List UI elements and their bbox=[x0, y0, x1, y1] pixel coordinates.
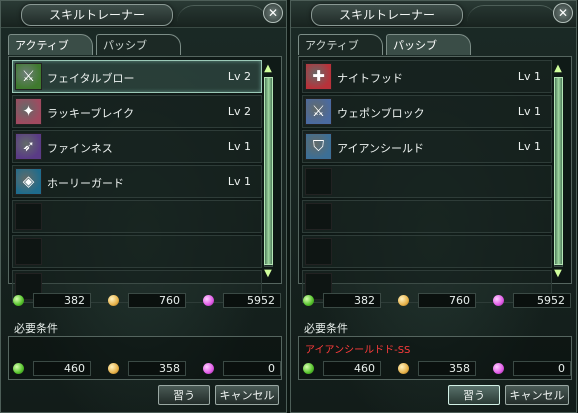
skill-level: Lv 1 bbox=[517, 70, 541, 83]
title-bar: スキルトレーナー ✕ bbox=[291, 1, 576, 28]
required-resources-value: 0 bbox=[223, 361, 281, 376]
cancel-button[interactable]: キャンセル bbox=[215, 385, 279, 405]
skill-name: ナイトフッド bbox=[337, 72, 403, 85]
skill-trainer-window-1: スキルトレーナー ✕ アクティブ パッシブ ⚔ フェイタルブロー Lv 2 ✦ ラッキーブレイク… bbox=[0, 0, 287, 413]
empty-icon-slot bbox=[305, 203, 332, 230]
owned-resources-value: 382 bbox=[323, 293, 381, 308]
owned-resources-value: 5952 bbox=[513, 293, 571, 308]
skill-name: フェイタルブロー bbox=[47, 72, 135, 85]
empty-icon-slot bbox=[15, 238, 42, 265]
tab-passive-skills[interactable]: パッシブ bbox=[96, 34, 181, 55]
scroll-up-icon[interactable]: ▲ bbox=[261, 63, 275, 74]
green-orb-icon bbox=[13, 295, 24, 306]
gold-orb-icon bbox=[108, 363, 119, 374]
title-ornament bbox=[177, 5, 267, 22]
required-resources-value: 460 bbox=[323, 361, 381, 376]
pink-orb-icon bbox=[493, 295, 504, 306]
iron-shield-icon: ⛉ bbox=[305, 133, 332, 160]
finesse-icon: ➶ bbox=[15, 133, 42, 160]
scrollbar[interactable]: ▲ ▼ bbox=[551, 63, 565, 279]
skill-row[interactable]: ⚔ フェイタルブロー Lv 2 bbox=[12, 60, 262, 93]
empty-skill-slot bbox=[302, 235, 552, 268]
skill-row[interactable]: ✚ ナイトフッド Lv 1 bbox=[302, 60, 552, 93]
empty-icon-slot bbox=[305, 238, 332, 265]
skill-list: ✚ ナイトフッド Lv 1 ⚔ ウェポンブロック Lv 1 ⛉ アイアンシールド Lv 1 ▲ ▼ bbox=[298, 56, 572, 303]
owned-resources-value: 5952 bbox=[223, 293, 281, 308]
skill-level: Lv 1 bbox=[227, 175, 251, 188]
close-icon[interactable]: ✕ bbox=[263, 3, 283, 23]
skill-level: Lv 2 bbox=[227, 70, 251, 83]
fatal-blow-icon: ⚔ bbox=[15, 63, 42, 90]
pink-orb-icon bbox=[203, 363, 214, 374]
skill-level: Lv 2 bbox=[227, 105, 251, 118]
green-orb-icon bbox=[303, 363, 314, 374]
gold-orb-icon bbox=[398, 363, 409, 374]
green-orb-icon bbox=[303, 295, 314, 306]
requirements-label: 必要条件 bbox=[14, 322, 58, 335]
skill-level: Lv 1 bbox=[517, 105, 541, 118]
owned-resources: 382 760 5952 bbox=[11, 293, 281, 309]
weapon-block-icon: ⚔ bbox=[305, 98, 332, 125]
scroll-thumb[interactable] bbox=[264, 77, 273, 265]
skill-row[interactable]: ⛉ アイアンシールド Lv 1 bbox=[302, 130, 552, 163]
pink-orb-icon bbox=[203, 295, 214, 306]
gold-orb-icon bbox=[398, 295, 409, 306]
cancel-button[interactable]: キャンセル bbox=[505, 385, 569, 405]
tab-passive-skills[interactable]: パッシブ bbox=[386, 34, 471, 55]
title-ornament bbox=[467, 5, 557, 22]
owned-resources-value: 760 bbox=[128, 293, 186, 308]
skill-name: ホーリーガード bbox=[47, 177, 124, 190]
scroll-down-icon[interactable]: ▼ bbox=[551, 268, 565, 279]
empty-skill-slot bbox=[12, 200, 262, 233]
skill-row[interactable]: ✦ ラッキーブレイク Lv 2 bbox=[12, 95, 262, 128]
owned-resources-value: 382 bbox=[33, 293, 91, 308]
gold-orb-icon bbox=[108, 295, 119, 306]
title-bar: スキルトレーナー ✕ bbox=[1, 1, 286, 28]
close-icon[interactable]: ✕ bbox=[553, 3, 573, 23]
skill-name: アイアンシールド bbox=[337, 142, 425, 155]
owned-resources: 382 760 5952 bbox=[301, 293, 571, 309]
learn-button[interactable]: 習う bbox=[158, 385, 210, 405]
scroll-up-icon[interactable]: ▲ bbox=[551, 63, 565, 74]
skill-name: ラッキーブレイク bbox=[47, 107, 135, 120]
scroll-thumb[interactable] bbox=[554, 77, 563, 265]
knighthood-icon: ✚ bbox=[305, 63, 332, 90]
required-skill-text: アイアンシールドド-SS bbox=[305, 345, 411, 356]
required-resources: 460 358 0 bbox=[301, 361, 571, 377]
required-resources-value: 0 bbox=[513, 361, 571, 376]
skill-row[interactable]: ➶ ファインネス Lv 1 bbox=[12, 130, 262, 163]
learn-button[interactable]: 習う bbox=[448, 385, 500, 405]
empty-icon-slot bbox=[15, 203, 42, 230]
skill-row[interactable]: ⚔ ウェポンブロック Lv 1 bbox=[302, 95, 552, 128]
skill-list: ⚔ フェイタルブロー Lv 2 ✦ ラッキーブレイク Lv 2 ➶ ファインネス Lv 1 ◈ ホー… bbox=[8, 56, 282, 303]
window-title: スキルトレーナー bbox=[311, 4, 463, 26]
required-resources-value: 358 bbox=[128, 361, 186, 376]
skill-level: Lv 1 bbox=[517, 140, 541, 153]
green-orb-icon bbox=[13, 363, 24, 374]
required-resources-value: 460 bbox=[33, 361, 91, 376]
window-title: スキルトレーナー bbox=[21, 4, 173, 26]
scrollbar[interactable]: ▲ ▼ bbox=[261, 63, 275, 279]
empty-skill-slot bbox=[12, 235, 262, 268]
required-resources: 460 358 0 bbox=[11, 361, 281, 377]
owned-resources-value: 760 bbox=[418, 293, 476, 308]
empty-icon-slot bbox=[305, 168, 332, 195]
empty-skill-slot bbox=[302, 200, 552, 233]
tab-active-skills[interactable]: アクティブ bbox=[8, 34, 93, 55]
tab-active-skills[interactable]: アクティブ bbox=[298, 34, 383, 55]
skill-row[interactable]: ◈ ホーリーガード Lv 1 bbox=[12, 165, 262, 198]
skill-name: ウェポンブロック bbox=[337, 107, 425, 120]
required-resources-value: 358 bbox=[418, 361, 476, 376]
pink-orb-icon bbox=[493, 363, 504, 374]
skill-trainer-window-2: スキルトレーナー ✕ アクティブ パッシブ ✚ ナイトフッド Lv 1 ⚔ ウェポンブロック Lv… bbox=[290, 0, 577, 413]
requirements-label: 必要条件 bbox=[304, 322, 348, 335]
skill-level: Lv 1 bbox=[227, 140, 251, 153]
empty-skill-slot bbox=[302, 165, 552, 198]
scroll-down-icon[interactable]: ▼ bbox=[261, 268, 275, 279]
holy-guard-icon: ◈ bbox=[15, 168, 42, 195]
skill-name: ファインネス bbox=[47, 142, 113, 155]
lucky-break-icon: ✦ bbox=[15, 98, 42, 125]
